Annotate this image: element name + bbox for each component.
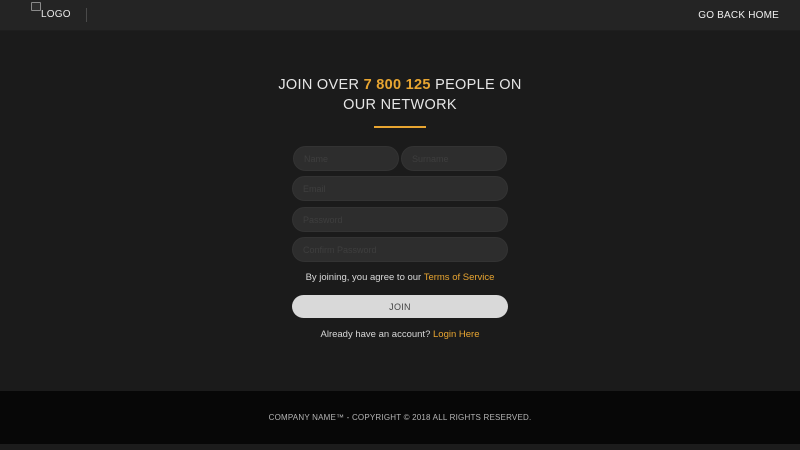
- surname-input[interactable]: [401, 146, 507, 171]
- go-back-home-link[interactable]: GO BACK HOME: [698, 10, 779, 21]
- terms-of-service-link[interactable]: Terms of Service: [424, 272, 495, 283]
- broken-image-icon: [31, 2, 41, 11]
- logo-text: LOGO: [41, 9, 71, 20]
- logo[interactable]: LOGO: [31, 2, 71, 20]
- top-navbar: LOGO GO BACK HOME: [0, 0, 800, 31]
- name-input[interactable]: [293, 146, 399, 171]
- login-here-link[interactable]: Login Here: [433, 329, 479, 340]
- headline-prefix: JOIN OVER: [278, 77, 364, 93]
- terms-agreement-text: By joining, you agree to our: [305, 272, 424, 283]
- copyright-text: COMPANY NAME™ - COPYRIGHT © 2018 ALL RIG…: [268, 413, 532, 422]
- bottom-strip: [0, 444, 800, 450]
- navbar-divider: [86, 8, 87, 22]
- password-input[interactable]: [292, 207, 508, 232]
- terms-agreement: By joining, you agree to our Terms of Se…: [250, 272, 550, 283]
- login-prompt: Already have an account? Login Here: [250, 329, 550, 340]
- login-prompt-text: Already have an account?: [320, 329, 433, 340]
- signup-headline: JOIN OVER 7 800 125 PEOPLE ON OUR NETWOR…: [260, 75, 540, 115]
- email-input[interactable]: [292, 176, 508, 201]
- confirm-password-input[interactable]: [292, 237, 508, 262]
- member-count: 7 800 125: [363, 77, 431, 93]
- footer: COMPANY NAME™ - COPYRIGHT © 2018 ALL RIG…: [0, 391, 800, 444]
- join-button[interactable]: JOIN: [292, 295, 508, 318]
- headline-underline: [374, 126, 426, 128]
